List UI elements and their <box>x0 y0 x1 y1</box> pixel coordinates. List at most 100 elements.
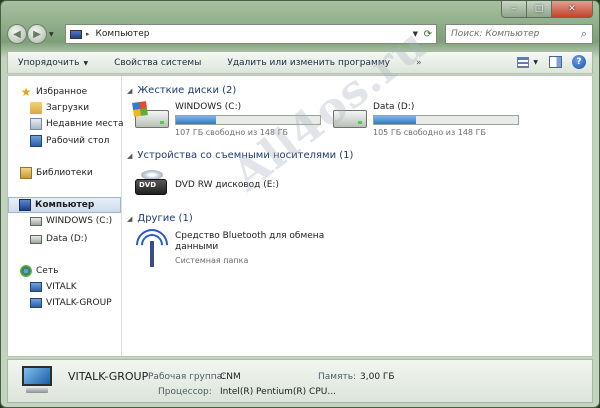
drive-c-item[interactable]: WINDOWS (C:) 107 ГБ свободно из 148 ГБ <box>132 101 321 137</box>
content-area: ★ Избранное Загрузки Недавние места Рабо… <box>7 75 593 357</box>
breadcrumb-separator[interactable]: ▸ <box>86 30 90 38</box>
dvd-drive-item[interactable]: DVD DVD RW дисковод (E:) <box>133 169 279 203</box>
drive-usage-bar <box>373 115 519 125</box>
sidebar-label: Компьютер <box>35 200 95 210</box>
preview-pane-icon <box>548 56 562 68</box>
computer-icon <box>70 29 82 39</box>
sidebar-label: Сеть <box>36 266 59 276</box>
processor-label: Процессор: <box>158 387 212 397</box>
views-dropdown-icon[interactable]: ▼ <box>533 59 538 66</box>
drive-d-item[interactable]: Data (D:) 105 ГБ свободно из 148 ГБ <box>331 102 519 137</box>
system-properties-button[interactable]: Свойства системы <box>114 58 201 68</box>
search-box[interactable]: Поиск: Компьютер ⌕ <box>445 24 593 44</box>
explorer-window: ‒ □ ✕ ◀ ▶ ▼ ▸ Компьютер ▼ ⟳ Поиск: Компь… <box>0 0 600 408</box>
bluetooth-item[interactable]: Средство Bluetooth для обмена данными Си… <box>129 222 325 269</box>
sidebar-label: Библиотеки <box>36 168 93 178</box>
file-list: ◢ Жесткие диски (2) WINDOWS (C:) 107 ГБ … <box>123 76 592 356</box>
group-title: Другие (1) <box>137 213 193 224</box>
minimize-button[interactable]: ‒ <box>501 1 527 18</box>
collapse-icon: ◢ <box>127 214 133 223</box>
collapse-icon: ◢ <box>127 151 133 160</box>
sidebar-label: WINDOWS (C:) <box>46 216 113 226</box>
sidebar-item-network[interactable]: Сеть <box>20 263 133 279</box>
sidebar-label: Избранное <box>36 87 88 97</box>
address-bar[interactable]: ▸ Компьютер ▼ ⟳ <box>65 24 437 44</box>
group-header-other[interactable]: ◢ Другие (1) <box>127 213 193 224</box>
dvd-icon-label: DVD <box>139 181 157 189</box>
item-type: Системная папка <box>175 256 249 265</box>
search-icon[interactable]: ⌕ <box>581 27 587 41</box>
dvd-drive-icon: DVD <box>133 169 171 203</box>
drive-name: Data (D:) <box>373 102 415 112</box>
breadcrumb-computer[interactable]: Компьютер <box>96 29 150 39</box>
views-icon <box>517 56 530 68</box>
sidebar-item-favorites[interactable]: ★ Избранное <box>20 84 133 100</box>
workgroup-value: CNM <box>220 372 241 382</box>
drive-usage-fill <box>176 116 217 124</box>
network-computer-icon <box>30 298 42 308</box>
drive-usage-bar <box>175 115 321 125</box>
drive-name: WINDOWS (C:) <box>175 102 242 112</box>
network-computer-icon <box>30 282 42 292</box>
close-button[interactable]: ✕ <box>552 1 593 18</box>
hard-drive-icon <box>30 216 42 226</box>
organize-menu[interactable]: Упорядочить ▼ <box>18 58 88 68</box>
sidebar-label: Data (D:) <box>46 234 88 244</box>
chevron-down-icon: ▼ <box>83 59 89 67</box>
drive-free-space: 107 ГБ свободно из 148 ГБ <box>175 128 288 137</box>
hard-drive-icon <box>331 102 369 132</box>
uninstall-program-button[interactable]: Удалить или изменить программу <box>227 58 390 68</box>
search-placeholder: Поиск: Компьютер <box>451 29 540 39</box>
details-pane: VITALK-GROUP Рабочая группа: CNM Память:… <box>7 359 593 403</box>
memory-label: Память: <box>318 372 357 382</box>
desktop-icon <box>30 135 42 147</box>
sidebar-label: Недавние места <box>46 119 124 129</box>
back-arrow-icon: ◀ <box>13 28 21 40</box>
memory-value: 3,00 ГБ <box>360 372 395 382</box>
computer-name: VITALK-GROUP <box>68 370 149 383</box>
drive-usage-fill <box>374 116 416 124</box>
recent-pages-dropdown[interactable]: ▼ <box>49 31 59 38</box>
drive-free-space: 105 ГБ свободно из 148 ГБ <box>373 128 486 137</box>
group-header-removable[interactable]: ◢ Устройства со съемными носителями (1) <box>127 150 353 161</box>
navigation-pane: ★ Избранное Загрузки Недавние места Рабо… <box>8 76 124 356</box>
sidebar-item-libraries[interactable]: Библиотеки <box>20 165 133 181</box>
recent-places-icon <box>30 118 42 130</box>
computer-icon <box>19 199 31 211</box>
group-title: Жесткие диски (2) <box>137 85 237 96</box>
workgroup-label: Рабочая группа: <box>148 372 226 382</box>
sidebar-label: VITALK <box>46 282 77 292</box>
more-commands-button[interactable]: » <box>416 58 422 68</box>
window-controls: ‒ □ ✕ <box>501 1 593 18</box>
collapse-icon: ◢ <box>127 86 133 95</box>
windows-drive-icon <box>132 101 171 132</box>
group-header-hard-drives[interactable]: ◢ Жесткие диски (2) <box>127 85 236 96</box>
processor-value: Intel(R) Pentium(R) CPU... <box>220 387 336 397</box>
address-dropdown-button[interactable]: ▼ <box>413 30 418 38</box>
change-view-button[interactable] <box>516 55 530 69</box>
maximize-button[interactable]: □ <box>527 1 552 18</box>
group-title: Устройства со съемными носителями (1) <box>137 150 354 161</box>
bluetooth-antenna-icon <box>129 222 175 269</box>
forward-arrow-icon: ▶ <box>33 28 41 40</box>
item-name: Средство Bluetooth для обмена данными <box>175 231 325 252</box>
libraries-icon <box>20 167 32 179</box>
preview-pane-button[interactable] <box>548 55 562 69</box>
hard-drive-icon <box>30 234 42 244</box>
computer-monitor-icon <box>20 366 54 394</box>
forward-button[interactable]: ▶ <box>27 24 47 44</box>
toolbar-right: ▼ ? <box>506 55 586 69</box>
sidebar-item-computer[interactable]: Компьютер <box>8 197 121 213</box>
sidebar-label: Рабочий стол <box>46 136 110 146</box>
command-bar: Упорядочить ▼ Свойства системы Удалить ил… <box>7 51 593 74</box>
drive-name: DVD RW дисковод (E:) <box>175 179 279 190</box>
sidebar-label: Загрузки <box>46 103 90 113</box>
sidebar-label: VITALK-GROUP <box>46 298 112 308</box>
refresh-icon[interactable]: ⟳ <box>424 29 432 40</box>
help-icon[interactable]: ? <box>572 55 586 69</box>
organize-label: Упорядочить <box>18 57 80 68</box>
navigation-bar: ◀ ▶ ▼ ▸ Компьютер ▼ ⟳ Поиск: Компьютер ⌕ <box>7 22 593 46</box>
star-icon: ★ <box>20 85 32 99</box>
downloads-folder-icon <box>30 102 42 114</box>
back-button[interactable]: ◀ <box>7 24 27 44</box>
